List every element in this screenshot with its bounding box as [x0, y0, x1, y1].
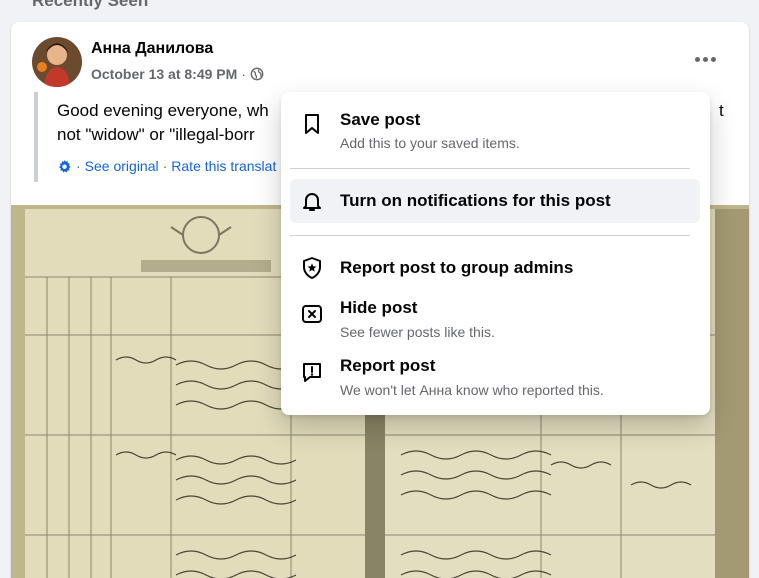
menu-item-title: Save post — [340, 110, 421, 129]
quote-bar — [34, 92, 38, 182]
meta-separator: · — [241, 66, 246, 82]
bell-icon — [300, 189, 324, 213]
menu-item-subtitle: See fewer posts like this. — [340, 324, 495, 340]
menu-item-save-post[interactable]: Save post Add this to your saved items. — [290, 100, 700, 156]
more-dot — [702, 56, 708, 62]
menu-item-title: Turn on notifications for this post — [340, 191, 611, 210]
menu-item-subtitle: We won't let Анна know who reported this… — [340, 382, 604, 398]
more-dot — [694, 56, 700, 62]
more-options-button[interactable] — [687, 47, 723, 71]
menu-item-report-to-admins[interactable]: Report post to group admins — [290, 248, 700, 288]
see-original-link[interactable]: See original — [85, 158, 159, 174]
author-name[interactable]: Анна Данилова — [91, 40, 213, 58]
translation-separator: · — [76, 158, 81, 174]
more-dot — [710, 56, 716, 62]
report-icon — [300, 360, 324, 384]
gear-icon[interactable] — [57, 159, 72, 174]
shield-star-icon — [300, 256, 324, 280]
translation-separator: · — [162, 158, 168, 174]
menu-item-title: Report post to group admins — [340, 258, 574, 277]
bookmark-icon — [300, 112, 324, 136]
translation-row: · See original · Rate this translat — [57, 158, 276, 174]
post-options-menu: Save post Add this to your saved items. … — [281, 92, 710, 415]
post-meta: October 13 at 8:49 PM · — [91, 66, 264, 82]
globe-icon — [250, 67, 264, 81]
menu-item-notifications[interactable]: Turn on notifications for this post — [290, 179, 700, 223]
menu-divider — [290, 168, 690, 169]
menu-item-report-post[interactable]: Report post We won't let Анна know who r… — [290, 348, 700, 404]
post-timestamp[interactable]: October 13 at 8:49 PM — [91, 66, 237, 82]
menu-item-hide-post[interactable]: Hide post See fewer posts like this. — [290, 290, 700, 346]
close-box-icon — [300, 302, 324, 326]
section-title: Recently Seen — [32, 0, 149, 10]
menu-divider — [290, 235, 690, 236]
avatar[interactable] — [32, 37, 82, 87]
rate-translation-link[interactable]: Rate this translat — [171, 158, 276, 174]
menu-item-title: Report post — [340, 356, 436, 375]
menu-item-subtitle: Add this to your saved items. — [340, 135, 520, 151]
menu-item-title: Hide post — [340, 298, 418, 317]
post-text-tail: t — [719, 101, 724, 120]
